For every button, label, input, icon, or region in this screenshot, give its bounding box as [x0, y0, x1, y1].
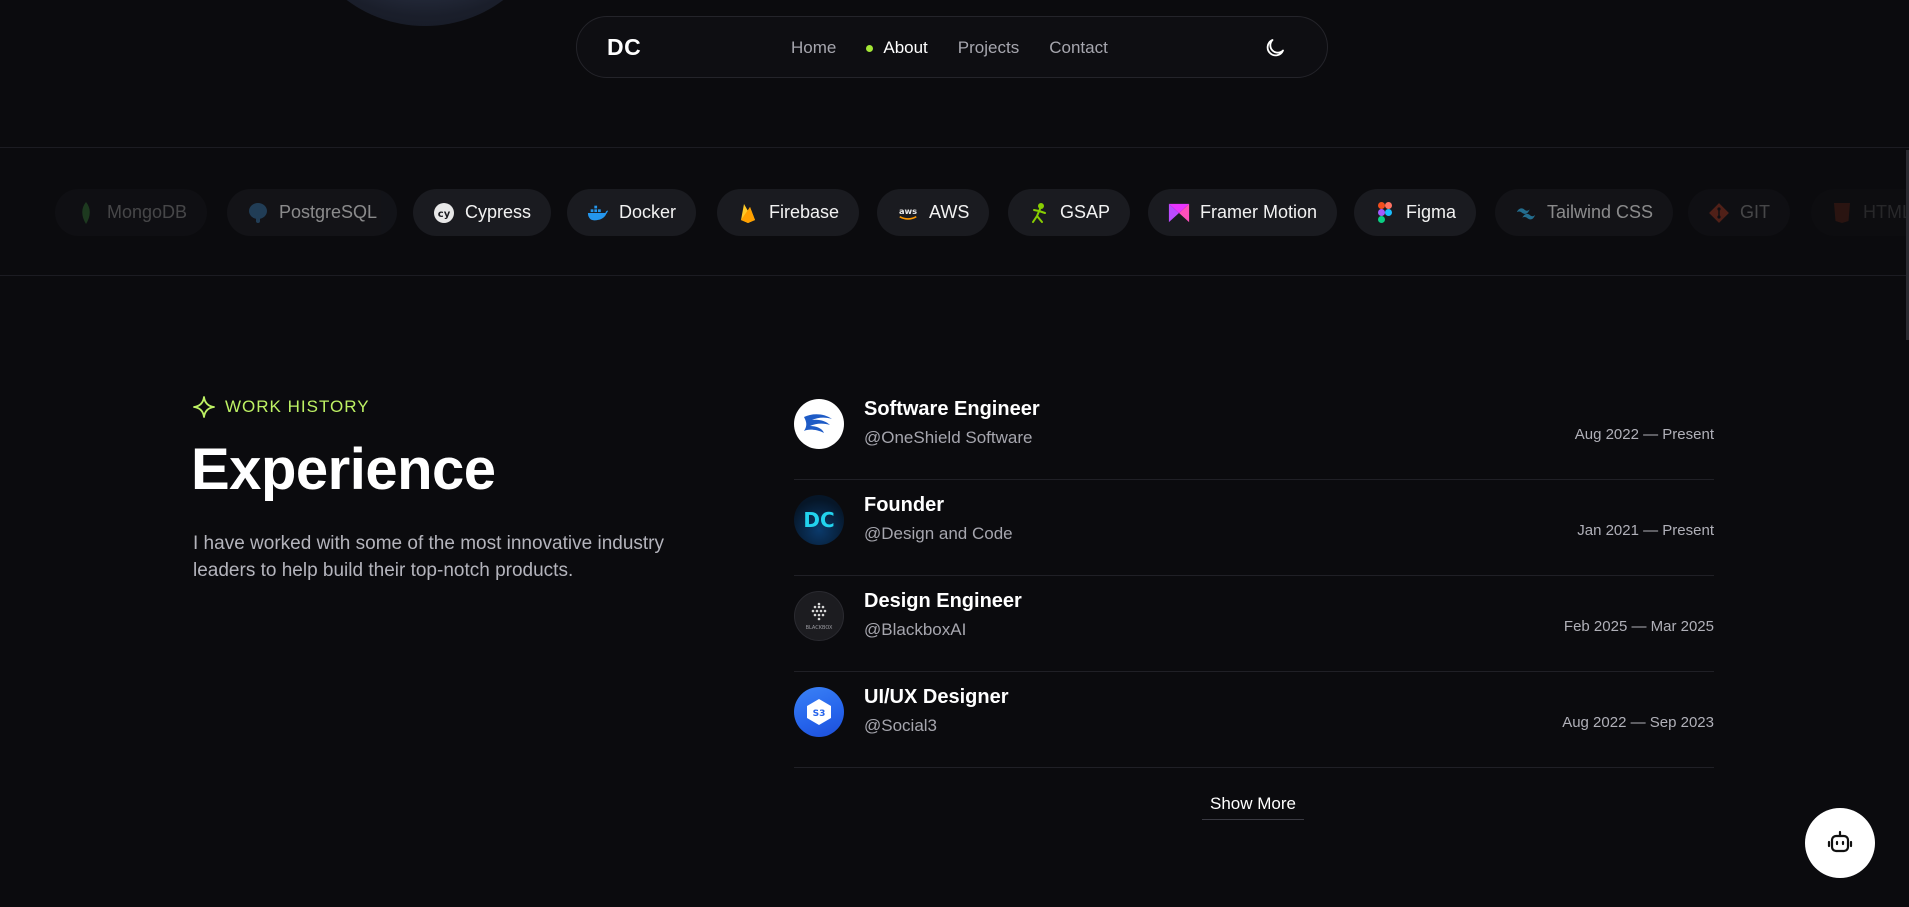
svg-text:aws: aws [899, 205, 917, 215]
nav-link-projects[interactable]: Projects [958, 38, 1019, 58]
git-icon [1708, 202, 1730, 224]
job-dates: Aug 2022 — Present [1574, 426, 1714, 443]
moon-icon [1266, 39, 1284, 57]
tech-pill-label: MongoDB [107, 202, 188, 222]
aws-icon: aws [897, 202, 919, 224]
figma-icon [1374, 201, 1396, 224]
tech-pill-docker: Docker [567, 189, 697, 236]
tech-pill-label: GSAP [1060, 202, 1111, 222]
experience-item[interactable]: Software Engineer @OneShield Software Au… [794, 384, 1714, 480]
social3-logo: S3 [794, 687, 844, 737]
job-title: Software Engineer [864, 398, 1040, 420]
nav-link-contact[interactable]: Contact [1049, 38, 1108, 58]
job-title: UI/UX Designer [864, 686, 1009, 708]
active-indicator-dot [866, 44, 874, 52]
tech-pill-label: Figma [1406, 202, 1457, 222]
framer-motion-icon [1168, 202, 1190, 224]
nav-links: Home About Projects Contact [791, 17, 1108, 79]
nav-link-label: Contact [1049, 38, 1108, 57]
tech-pill-cypress: cy Cypress [413, 189, 552, 236]
tech-pill-mongodb: MongoDB [55, 189, 208, 236]
robot-icon [1827, 830, 1853, 853]
page: DC Home About Projects Contact MongoDB P… [0, 0, 1909, 907]
postgresql-icon [247, 202, 269, 224]
company-name: @OneShield Software [864, 428, 1033, 447]
tech-pill-gsap: GSAP [1008, 189, 1131, 236]
company-name: @BlackboxAI [864, 620, 967, 639]
html-icon [1831, 202, 1853, 224]
tech-pill-label: GIT [1740, 202, 1770, 222]
experience-list: Software Engineer @OneShield Software Au… [794, 384, 1714, 768]
job-title: Design Engineer [864, 590, 1022, 612]
tech-pill-postgresql: PostgreSQL [227, 189, 398, 236]
hero-image [300, 0, 550, 26]
nav-link-home[interactable]: Home [791, 38, 836, 58]
experience-item[interactable]: BLACKBOX Design Engineer @BlackboxAI Feb… [794, 576, 1714, 672]
tech-pill-tailwind: Tailwind CSS [1495, 189, 1674, 236]
svg-text:BLACKBOX: BLACKBOX [806, 625, 833, 631]
tech-pill-label: Docker [619, 202, 677, 222]
company-name: @Design and Code [864, 524, 1013, 543]
docker-icon [587, 202, 609, 224]
nav-link-about[interactable]: About [866, 38, 928, 58]
tailwind-icon [1515, 202, 1537, 224]
section-heading: Experience [191, 437, 496, 502]
nav-link-label: Projects [957, 38, 1020, 57]
experience-item[interactable]: S3 UI/UX Designer @Social3 Aug 2022 — Se… [794, 672, 1714, 768]
company-name: @Social3 [864, 716, 938, 735]
tech-stack-marquee: MongoDB PostgreSQL cy Cypress Docker Fir… [0, 147, 1909, 276]
eyebrow-label: WORK HISTORY [225, 397, 370, 416]
tech-pill-aws: aws AWS [877, 189, 990, 236]
svg-text:cy: cy [438, 209, 451, 220]
sparkle-icon [193, 396, 215, 418]
tech-pill-firebase: Firebase [717, 189, 860, 236]
mongodb-icon [75, 201, 97, 224]
experience-item[interactable]: DC Founder @Design and Code Jan 2021 — P… [794, 480, 1714, 576]
navbar: DC Home About Projects Contact [576, 16, 1328, 78]
job-dates: Aug 2022 — Sep 2023 [1562, 714, 1714, 731]
tech-pill-git: GIT [1688, 189, 1790, 236]
gsap-icon [1028, 202, 1050, 224]
show-more-button[interactable]: Show More [1202, 788, 1304, 820]
blackbox-logo: BLACKBOX [794, 591, 844, 641]
nav-link-label: Home [791, 38, 837, 57]
tech-pill-label: Cypress [465, 202, 532, 222]
firebase-icon [737, 202, 759, 224]
tech-pill-label: Framer Motion [1200, 202, 1318, 222]
cypress-icon: cy [433, 202, 455, 224]
theme-toggle-button[interactable] [1263, 36, 1287, 60]
tech-pill-html: HTML [1811, 189, 1909, 236]
chatbot-button[interactable] [1805, 808, 1875, 878]
section-description: I have worked with some of the most inno… [193, 533, 665, 581]
tech-pill-label: Firebase [769, 202, 840, 222]
tech-pill-label: Tailwind CSS [1547, 202, 1654, 222]
site-logo[interactable]: DC [607, 34, 641, 61]
svg-text:S3: S3 [813, 709, 826, 719]
section-eyebrow: WORK HISTORY [193, 396, 370, 418]
tech-pill-framer-motion: Framer Motion [1148, 189, 1338, 236]
design-and-code-logo: DC [794, 495, 844, 545]
job-dates: Feb 2025 — Mar 2025 [1563, 618, 1714, 635]
nav-link-label: About [883, 38, 928, 57]
oneshield-logo [794, 399, 844, 449]
job-title: Founder [864, 494, 944, 516]
job-dates: Jan 2021 — Present [1577, 522, 1714, 539]
tech-pill-label: PostgreSQL [279, 202, 378, 222]
svg-text:DC: DC [803, 508, 834, 532]
tech-pill-figma: Figma [1354, 189, 1477, 236]
tech-pill-label: HTML [1863, 202, 1909, 222]
tech-pill-label: AWS [929, 202, 970, 222]
